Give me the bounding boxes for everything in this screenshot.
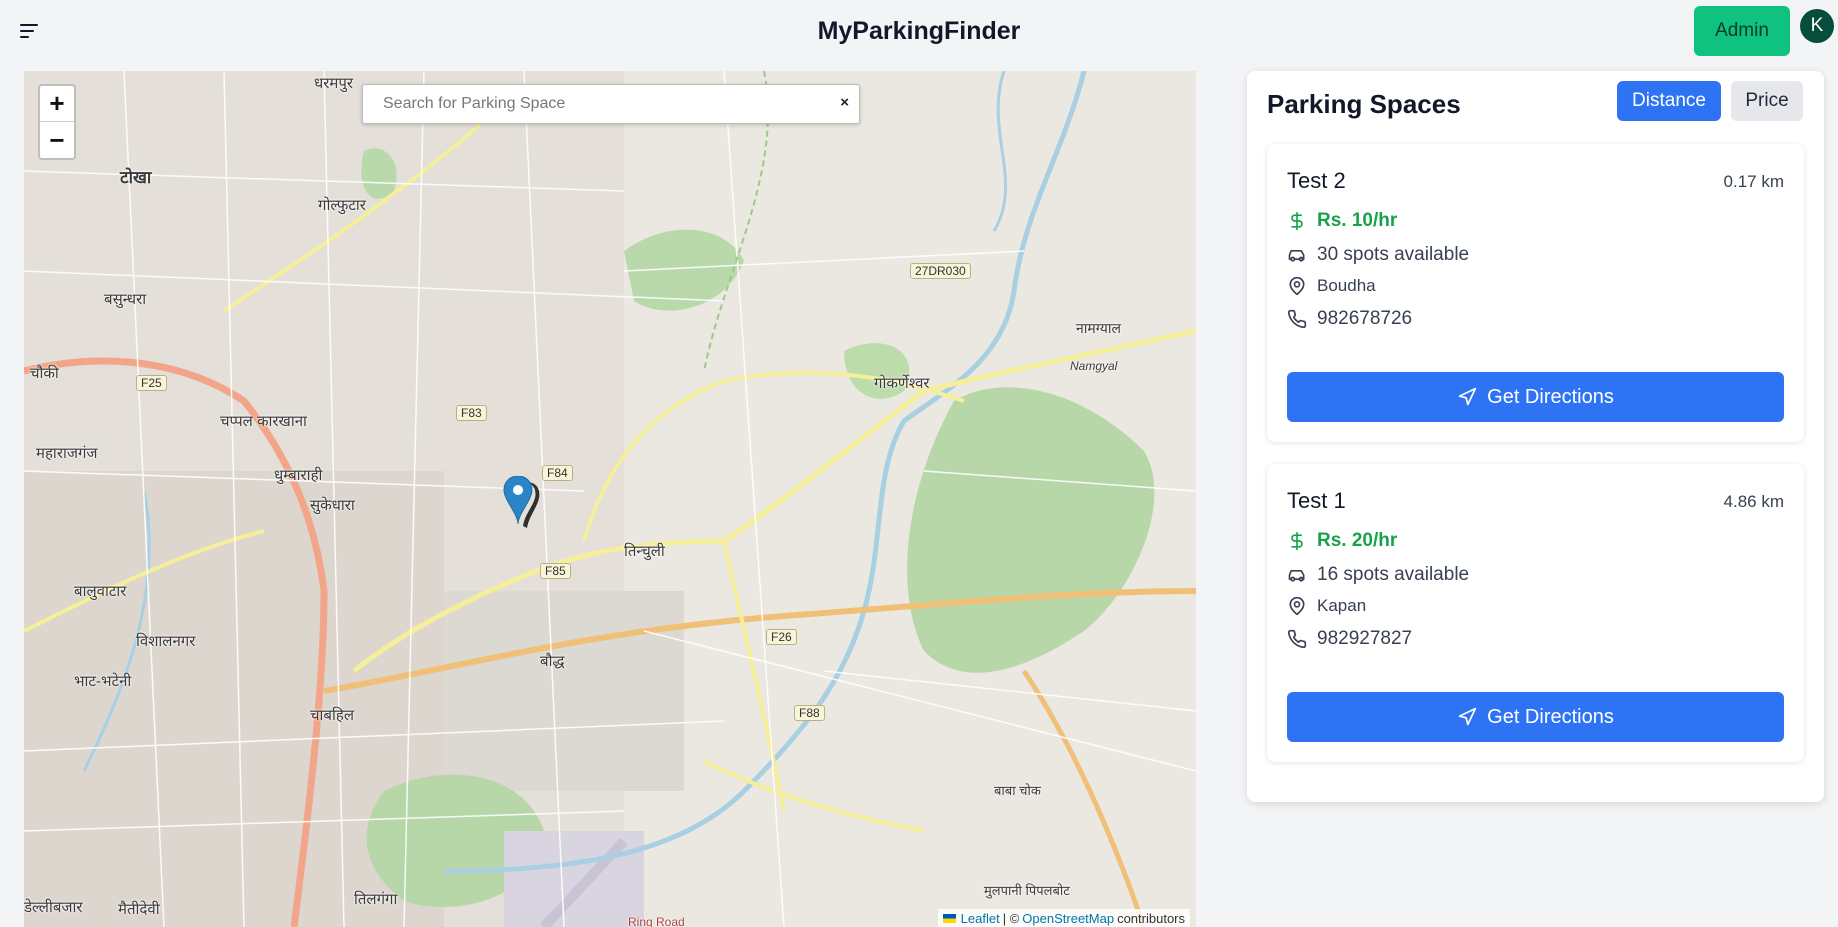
menu-icon[interactable] <box>18 20 42 44</box>
place-label: तिन्चुली <box>624 543 665 560</box>
place-label: महाराजगंज <box>36 445 98 462</box>
ukraine-flag-icon <box>942 913 956 923</box>
place-label: बसुन्धरा <box>104 291 147 308</box>
road-badge: F25 <box>136 375 167 391</box>
get-directions-label: Get Directions <box>1487 705 1614 728</box>
car-icon <box>1288 570 1305 582</box>
place-label: बौद्ध <box>540 653 565 670</box>
phone-row: 982927827 <box>1287 628 1412 650</box>
place-label: चाबहिल <box>310 707 354 724</box>
location-marker-icon[interactable] <box>503 476 549 532</box>
avatar[interactable]: K <box>1800 9 1834 43</box>
price-row: Rs. 20/hr <box>1287 530 1397 552</box>
place-label: भाट-भटेनी <box>74 673 132 690</box>
road-badge: F85 <box>540 563 571 579</box>
map-attribution: Leaflet | © OpenStreetMap contributors <box>937 909 1190 927</box>
location-row: Kapan <box>1287 596 1366 616</box>
spots-available: 30 spots available <box>1317 244 1470 265</box>
map-search: × <box>362 84 860 124</box>
phone-icon <box>1287 629 1307 649</box>
place-label: बालुवाटार <box>74 583 127 600</box>
map[interactable]: धरमपुर टोखा गोल्फुटार बसुन्धरा चौकी चप्प… <box>24 71 1196 927</box>
road-badge: F83 <box>456 405 487 421</box>
parking-location: Boudha <box>1317 276 1376 295</box>
attribution-separator: | © <box>1002 910 1020 926</box>
attribution-suffix: contributors <box>1117 910 1185 926</box>
phone-row: 982678726 <box>1287 308 1412 330</box>
parking-phone: 982927827 <box>1317 628 1413 649</box>
clear-search-button[interactable]: × <box>840 94 849 111</box>
navigation-icon <box>1458 387 1477 406</box>
parking-phone: 982678726 <box>1317 308 1413 329</box>
admin-button[interactable]: Admin <box>1694 6 1790 56</box>
zoom-in-button[interactable]: + <box>40 86 74 122</box>
parking-name: Test 2 <box>1287 168 1346 193</box>
leaflet-link[interactable]: Leaflet <box>961 911 1000 926</box>
map-pin-icon <box>1289 596 1305 616</box>
place-label: मैतीदेवी <box>118 901 160 918</box>
place-label: बाबा चोक <box>994 783 1041 798</box>
place-label: मुलपानी पिपलबोट <box>984 883 1070 898</box>
panel-title: Parking Spaces <box>1267 89 1461 119</box>
place-label: धुम्बाराही <box>274 467 323 484</box>
get-directions-button[interactable]: Get Directions <box>1287 372 1784 422</box>
place-label: सुकेधारा <box>310 497 355 514</box>
get-directions-button[interactable]: Get Directions <box>1287 692 1784 742</box>
app-title: MyParkingFinder <box>817 17 1021 45</box>
place-label: तिलगंगा <box>354 891 398 908</box>
sort-price-button[interactable]: Price <box>1731 81 1803 121</box>
car-icon <box>1288 250 1305 262</box>
road-badge: 27DR030 <box>910 263 971 279</box>
parking-card: Test 1 4.86 km Rs. 20/hr 16 spots availa… <box>1267 464 1804 762</box>
price-row: Rs. 10/hr <box>1287 210 1397 232</box>
dollar-icon <box>1291 211 1303 231</box>
parking-name: Test 1 <box>1287 488 1346 513</box>
map-pin-icon <box>1289 276 1305 296</box>
navigation-icon <box>1458 707 1477 726</box>
road-badge: F26 <box>766 629 797 645</box>
dollar-icon <box>1291 531 1303 551</box>
place-label: Namgyal <box>1070 359 1118 373</box>
location-row: Boudha <box>1287 276 1376 296</box>
app-header: MyParkingFinder Admin K <box>0 0 1838 66</box>
osm-link[interactable]: OpenStreetMap <box>1022 911 1114 926</box>
parking-location: Kapan <box>1317 596 1367 615</box>
place-label: नामग्याल <box>1076 320 1121 336</box>
search-input[interactable] <box>371 89 811 119</box>
parking-price: Rs. 20/hr <box>1317 530 1398 551</box>
phone-icon <box>1287 309 1307 329</box>
zoom-out-button[interactable]: − <box>40 122 74 158</box>
parking-distance: 4.86 km <box>1723 492 1784 511</box>
parking-panel: Parking Spaces Distance Price Test 2 0.1… <box>1247 71 1824 802</box>
get-directions-label: Get Directions <box>1487 385 1614 408</box>
place-label: गोकर्णेश्वर <box>874 375 930 392</box>
parking-price: Rs. 10/hr <box>1317 210 1398 231</box>
place-label: चप्पल कारखाना <box>220 413 307 430</box>
place-label: चौकी <box>30 365 59 382</box>
spots-row: 16 spots available <box>1287 564 1469 586</box>
parking-distance: 0.17 km <box>1723 172 1784 191</box>
parking-card: Test 2 0.17 km Rs. 10/hr 30 spots availa… <box>1267 144 1804 442</box>
place-label: धरमपुर <box>314 75 353 92</box>
place-label: टोखा <box>120 168 152 187</box>
zoom-control: + − <box>38 84 76 160</box>
place-label: विशालनगर <box>136 633 196 650</box>
place-label: डेल्लीबजार <box>24 899 83 916</box>
road-badge: F88 <box>794 705 825 721</box>
place-label: Ring Road <box>628 915 685 927</box>
spots-row: 30 spots available <box>1287 244 1469 266</box>
sort-distance-button[interactable]: Distance <box>1617 81 1721 121</box>
place-label: गोल्फुटार <box>318 197 366 214</box>
spots-available: 16 spots available <box>1317 564 1470 585</box>
